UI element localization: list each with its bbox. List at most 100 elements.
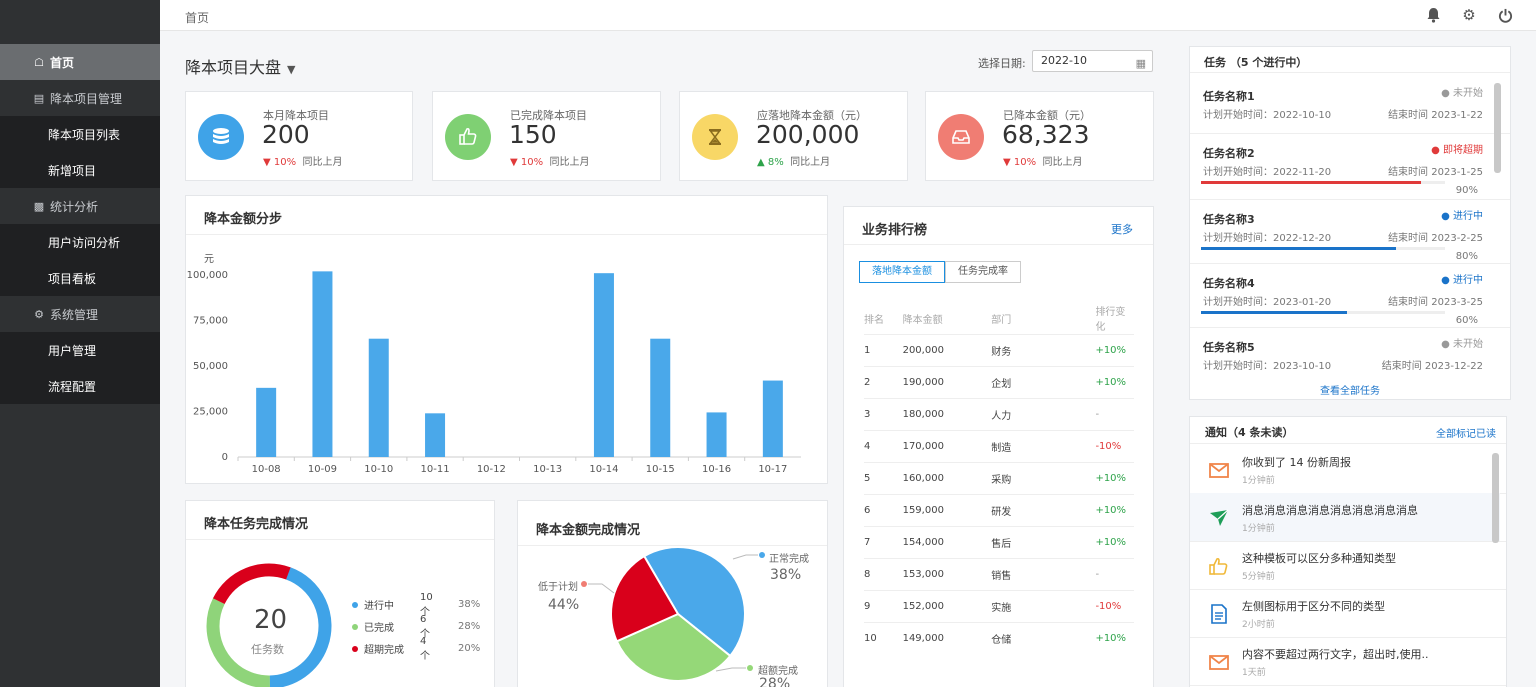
divider xyxy=(1190,685,1506,686)
pie-pct-normal: 38% xyxy=(770,567,802,583)
notice-scrollbar[interactable] xyxy=(1492,453,1499,543)
task-status: ● 未开始 xyxy=(1441,339,1483,350)
bar xyxy=(256,387,277,457)
list-item[interactable]: 内容不要超过两行文字，超出时,使用.. 1天前 xyxy=(1190,637,1500,685)
table-row: 6 159,000 研发 +10% xyxy=(864,494,1134,526)
divider xyxy=(1190,199,1510,200)
sidebar-item-statistics[interactable]: ▩ 统计分析 xyxy=(0,188,160,224)
notice-time: 1天前 xyxy=(1242,668,1266,678)
pie-pct-over: 28% xyxy=(759,676,791,687)
table-cell: +10% xyxy=(1095,537,1127,548)
table-row: 2 190,000 企划 +10% xyxy=(864,366,1134,398)
y-tick-label: 25,000 xyxy=(193,407,228,418)
tab-amount[interactable]: 落地降本金额 xyxy=(859,261,945,283)
list-item[interactable]: 消息消息消息消息消息消息消息消息 1分钟前 xyxy=(1190,493,1500,541)
notice-time: 2小时前 xyxy=(1242,620,1275,630)
tab-completion-rate[interactable]: 任务完成率 xyxy=(945,261,1021,283)
notice-panel-title: 通知（4 条未读） xyxy=(1205,426,1294,439)
table-row: 9 152,000 实施 -10% xyxy=(864,590,1134,622)
y-tick-label: 75,000 xyxy=(193,316,228,327)
legend-item: 已完成 6个 28% xyxy=(352,614,480,640)
bar xyxy=(650,338,671,457)
table-cell: +10% xyxy=(1095,473,1127,484)
sidebar-item-project-mgmt[interactable]: ▤ 降本项目管理 xyxy=(0,80,160,116)
table-cell: 149,000 xyxy=(902,633,944,644)
task-scrollbar[interactable] xyxy=(1494,83,1501,173)
database-icon xyxy=(198,114,244,160)
divider xyxy=(1190,263,1510,264)
notice-text: 消息消息消息消息消息消息消息消息 xyxy=(1242,504,1418,517)
sidebar-item-add-project[interactable]: 新增项目 xyxy=(0,152,160,188)
task-start-time: 计划开始时间：2023-01-20 xyxy=(1203,297,1332,308)
bar xyxy=(593,273,614,457)
power-icon[interactable] xyxy=(1496,6,1514,24)
y-tick-label: 0 xyxy=(222,452,228,463)
sidebar-item-label: 项目看板 xyxy=(48,271,97,286)
stat-value: 200,000 xyxy=(756,120,860,149)
more-link[interactable]: 更多 xyxy=(1111,221,1133,237)
x-tick-label: 10-08 xyxy=(252,464,281,475)
panel-title: 降本任务完成情况 xyxy=(204,517,309,532)
gear-icon: ⚙ xyxy=(34,307,44,321)
sidebar-item-user-access[interactable]: 用户访问分析 xyxy=(0,224,160,260)
mark-all-read-link[interactable]: 全部标记已读 xyxy=(1436,425,1496,440)
pie-leader-line xyxy=(715,667,746,672)
task-end-time: 结束时间 2023-2-25 xyxy=(1388,233,1483,244)
sidebar-item-label: 流程配置 xyxy=(48,379,97,394)
list-item[interactable]: 你收到了 14 份新周报 1分钟前 xyxy=(1190,445,1500,493)
table-cell: 10 xyxy=(864,633,877,644)
list-item[interactable]: 左侧图标用于区分不同的类型 2小时前 xyxy=(1190,589,1500,637)
x-tick-label: 10-09 xyxy=(308,464,337,475)
y-tick-label: 50,000 xyxy=(193,361,228,372)
arrow-up-icon: ▲ xyxy=(757,157,765,168)
gear-icon[interactable]: ⚙ xyxy=(1460,6,1478,24)
sidebar-item-home[interactable]: ☖ 首页 xyxy=(0,44,160,80)
sidebar-item-project-list[interactable]: 降本项目列表 xyxy=(0,116,160,152)
stat-change: ▼ 10% 同比上月 xyxy=(263,157,343,168)
task-progress-pct: 80% xyxy=(1455,251,1478,262)
pie-chart-panel: 降本金额完成情况 正常完成 38% 低于计划 44% 超额完成 28% xyxy=(517,500,828,687)
list-item[interactable]: 这种模板可以区分多种通知类型 5分钟前 xyxy=(1190,541,1500,589)
task-end-time: 结束时间 2023-12-22 xyxy=(1381,361,1483,372)
notice-time: 1分钟前 xyxy=(1242,476,1275,486)
table-cell: 3 xyxy=(864,409,871,420)
paper-plane-icon xyxy=(1208,507,1230,529)
table-cell: 153,000 xyxy=(902,569,944,580)
table-cell: 152,000 xyxy=(902,601,944,612)
calendar-icon[interactable]: ▦ xyxy=(1136,54,1146,74)
stat-card-completed-projects: 已完成降本项目 150 ▼ 10% 同比上月 xyxy=(432,91,661,181)
notice-text: 你收到了 14 份新周报 xyxy=(1242,456,1351,469)
arrow-down-icon: ▼ xyxy=(263,157,271,168)
task-end-time: 结束时间 2023-1-22 xyxy=(1388,110,1483,121)
dashboard-title-dropdown[interactable]: 降本项目大盘 ▼ xyxy=(185,54,295,78)
table-cell: 200,000 xyxy=(902,345,944,356)
x-tick-label: 10-15 xyxy=(646,464,675,475)
stat-change: ▲ 8% 同比上月 xyxy=(757,157,831,168)
table-cell: -10% xyxy=(1095,441,1122,452)
breadcrumb[interactable]: 首页 xyxy=(185,9,209,26)
hourglass-icon xyxy=(692,114,738,160)
table-cell: 5 xyxy=(864,473,871,484)
sidebar-item-flow-config[interactable]: 流程配置 xyxy=(0,368,160,404)
sidebar-item-project-board[interactable]: 项目看板 xyxy=(0,260,160,296)
x-tick-label: 10-17 xyxy=(758,464,787,475)
thumbs-up-icon xyxy=(1208,555,1230,577)
table-row: 5 160,000 采购 +10% xyxy=(864,462,1134,494)
legend-dot xyxy=(352,645,358,652)
legend-dot xyxy=(352,601,358,608)
sidebar-item-user-mgmt[interactable]: 用户管理 xyxy=(0,332,160,368)
bell-icon[interactable] xyxy=(1424,6,1442,24)
task-panel: 任务 （5 个进行中） 任务名称1 ● 未开始 计划开始时间：2022-10-10 结… xyxy=(1189,46,1511,400)
arrow-down-icon: ▼ xyxy=(510,157,518,168)
date-picker-input[interactable]: 2022-10 ▦ xyxy=(1032,50,1153,72)
notice-panel: 通知（4 条未读） 全部标记已读 你收到了 14 份新周报 1分钟前消息消息消息消… xyxy=(1189,416,1507,687)
topbar-icons: ⚙ xyxy=(1424,6,1514,24)
pie-label-dot xyxy=(759,552,765,558)
view-all-tasks-link[interactable]: 查看全部任务 xyxy=(1320,382,1380,397)
bar xyxy=(706,412,727,457)
task-status: ● 未开始 xyxy=(1441,88,1483,99)
divider xyxy=(1190,133,1510,134)
task-start-time: 计划开始时间：2022-11-20 xyxy=(1203,167,1332,178)
sidebar-item-system[interactable]: ⚙ 系统管理 xyxy=(0,296,160,332)
table-cell: 企划 xyxy=(991,379,1012,390)
